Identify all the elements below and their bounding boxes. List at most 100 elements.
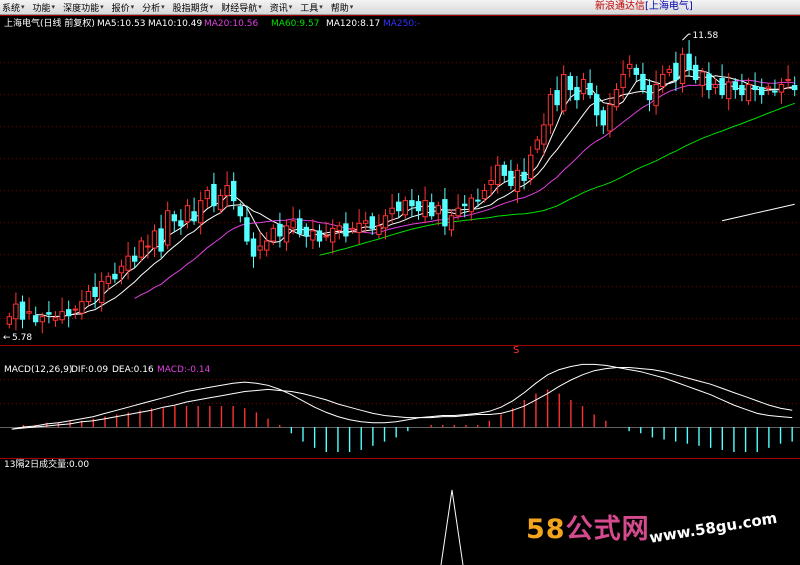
candle[interactable] [171, 210, 178, 233]
candle[interactable] [646, 78, 653, 112]
candle[interactable] [666, 65, 672, 77]
candle[interactable] [26, 297, 32, 320]
candle[interactable] [534, 136, 540, 154]
candle[interactable] [422, 186, 428, 224]
candle[interactable] [39, 312, 45, 334]
candle[interactable] [112, 262, 118, 283]
candle[interactable] [99, 272, 105, 312]
candle[interactable] [541, 113, 547, 156]
candle[interactable] [19, 295, 26, 329]
candle[interactable] [514, 163, 521, 204]
candle[interactable] [204, 186, 211, 208]
candle[interactable] [191, 197, 197, 225]
candle[interactable] [508, 159, 514, 190]
candle[interactable] [415, 195, 422, 220]
menu-item-5[interactable]: 股指期货 ▾ [171, 1, 220, 14]
candle[interactable] [396, 193, 402, 218]
candle[interactable] [587, 69, 593, 99]
candle[interactable] [719, 64, 725, 99]
candle[interactable] [257, 231, 263, 260]
candle[interactable] [772, 79, 778, 97]
candle[interactable] [594, 85, 600, 127]
menu-item-8[interactable]: 工具 ▾ [298, 1, 329, 14]
candle[interactable] [462, 195, 468, 218]
candle[interactable] [105, 272, 111, 290]
candle[interactable] [224, 171, 230, 208]
candle[interactable] [138, 236, 145, 262]
candle[interactable] [726, 72, 732, 111]
candle[interactable] [627, 55, 633, 78]
candle[interactable] [607, 93, 613, 138]
candle[interactable] [356, 209, 362, 245]
candle[interactable] [495, 156, 501, 194]
candle[interactable] [343, 212, 349, 243]
candle[interactable] [158, 214, 164, 258]
menu-item-1[interactable]: 功能 ▾ [31, 1, 62, 14]
menu-item-0[interactable]: 系统 ▾ [0, 1, 31, 14]
candle[interactable] [442, 188, 448, 235]
candle[interactable] [778, 77, 785, 104]
candle[interactable] [13, 292, 19, 331]
candle[interactable] [653, 70, 659, 115]
candle[interactable] [600, 106, 606, 134]
candle[interactable] [435, 201, 442, 226]
candle[interactable] [673, 51, 679, 92]
candle[interactable] [46, 301, 52, 324]
candle[interactable] [613, 83, 620, 111]
candle[interactable] [283, 219, 290, 252]
candle[interactable] [488, 166, 494, 197]
candle[interactable] [501, 161, 508, 182]
candle[interactable] [231, 172, 237, 210]
candle[interactable] [250, 232, 257, 268]
candle[interactable] [336, 221, 343, 240]
candle[interactable] [693, 56, 699, 84]
candle[interactable] [679, 47, 686, 93]
candle[interactable] [237, 202, 244, 223]
candle[interactable] [178, 209, 184, 235]
candle[interactable] [574, 75, 580, 109]
candle[interactable] [752, 72, 758, 102]
candle[interactable] [151, 224, 158, 258]
candle[interactable] [521, 158, 527, 190]
candle[interactable] [640, 62, 646, 94]
candle[interactable] [745, 77, 752, 105]
candle[interactable] [363, 211, 369, 233]
candle[interactable] [323, 221, 329, 241]
candle[interactable] [554, 76, 560, 112]
candle[interactable] [303, 223, 310, 248]
candle[interactable] [217, 189, 224, 214]
candle[interactable] [580, 72, 587, 101]
candle[interactable] [561, 65, 567, 115]
menu-item-4[interactable]: 分析 ▾ [140, 1, 171, 14]
candle[interactable] [33, 306, 39, 326]
candle[interactable] [739, 73, 745, 102]
candle[interactable] [165, 201, 171, 250]
candle[interactable] [297, 209, 303, 238]
candle[interactable] [132, 247, 138, 268]
menu-item-9[interactable]: 帮助 ▾ [329, 1, 360, 14]
candle[interactable] [79, 289, 85, 320]
candle[interactable] [316, 224, 323, 248]
candle[interactable] [468, 194, 475, 221]
candle[interactable] [264, 231, 270, 257]
menu-item-6[interactable]: 财经导航 ▾ [219, 1, 268, 14]
candle[interactable] [52, 311, 59, 327]
candle[interactable] [706, 62, 712, 99]
candle[interactable] [211, 172, 217, 213]
menu-item-3[interactable]: 报价 ▾ [110, 1, 141, 14]
candle[interactable] [6, 312, 12, 329]
candle[interactable] [389, 194, 395, 223]
candle[interactable] [72, 305, 78, 319]
candle[interactable] [620, 60, 626, 100]
candle[interactable] [59, 297, 65, 324]
candle[interactable] [382, 209, 389, 240]
menu-item-2[interactable]: 深度功能 ▾ [61, 1, 110, 14]
candle[interactable] [409, 189, 415, 218]
candle[interactable] [376, 214, 382, 239]
stock-chart[interactable]: 上海电气(日线 前复权) MA5:10.53 MA10:10.49 MA20:10.5… [0, 15, 800, 565]
candle[interactable] [244, 206, 250, 246]
candle[interactable] [547, 88, 554, 134]
candle[interactable] [792, 76, 798, 97]
candle[interactable] [633, 64, 639, 81]
candle[interactable] [455, 194, 461, 220]
